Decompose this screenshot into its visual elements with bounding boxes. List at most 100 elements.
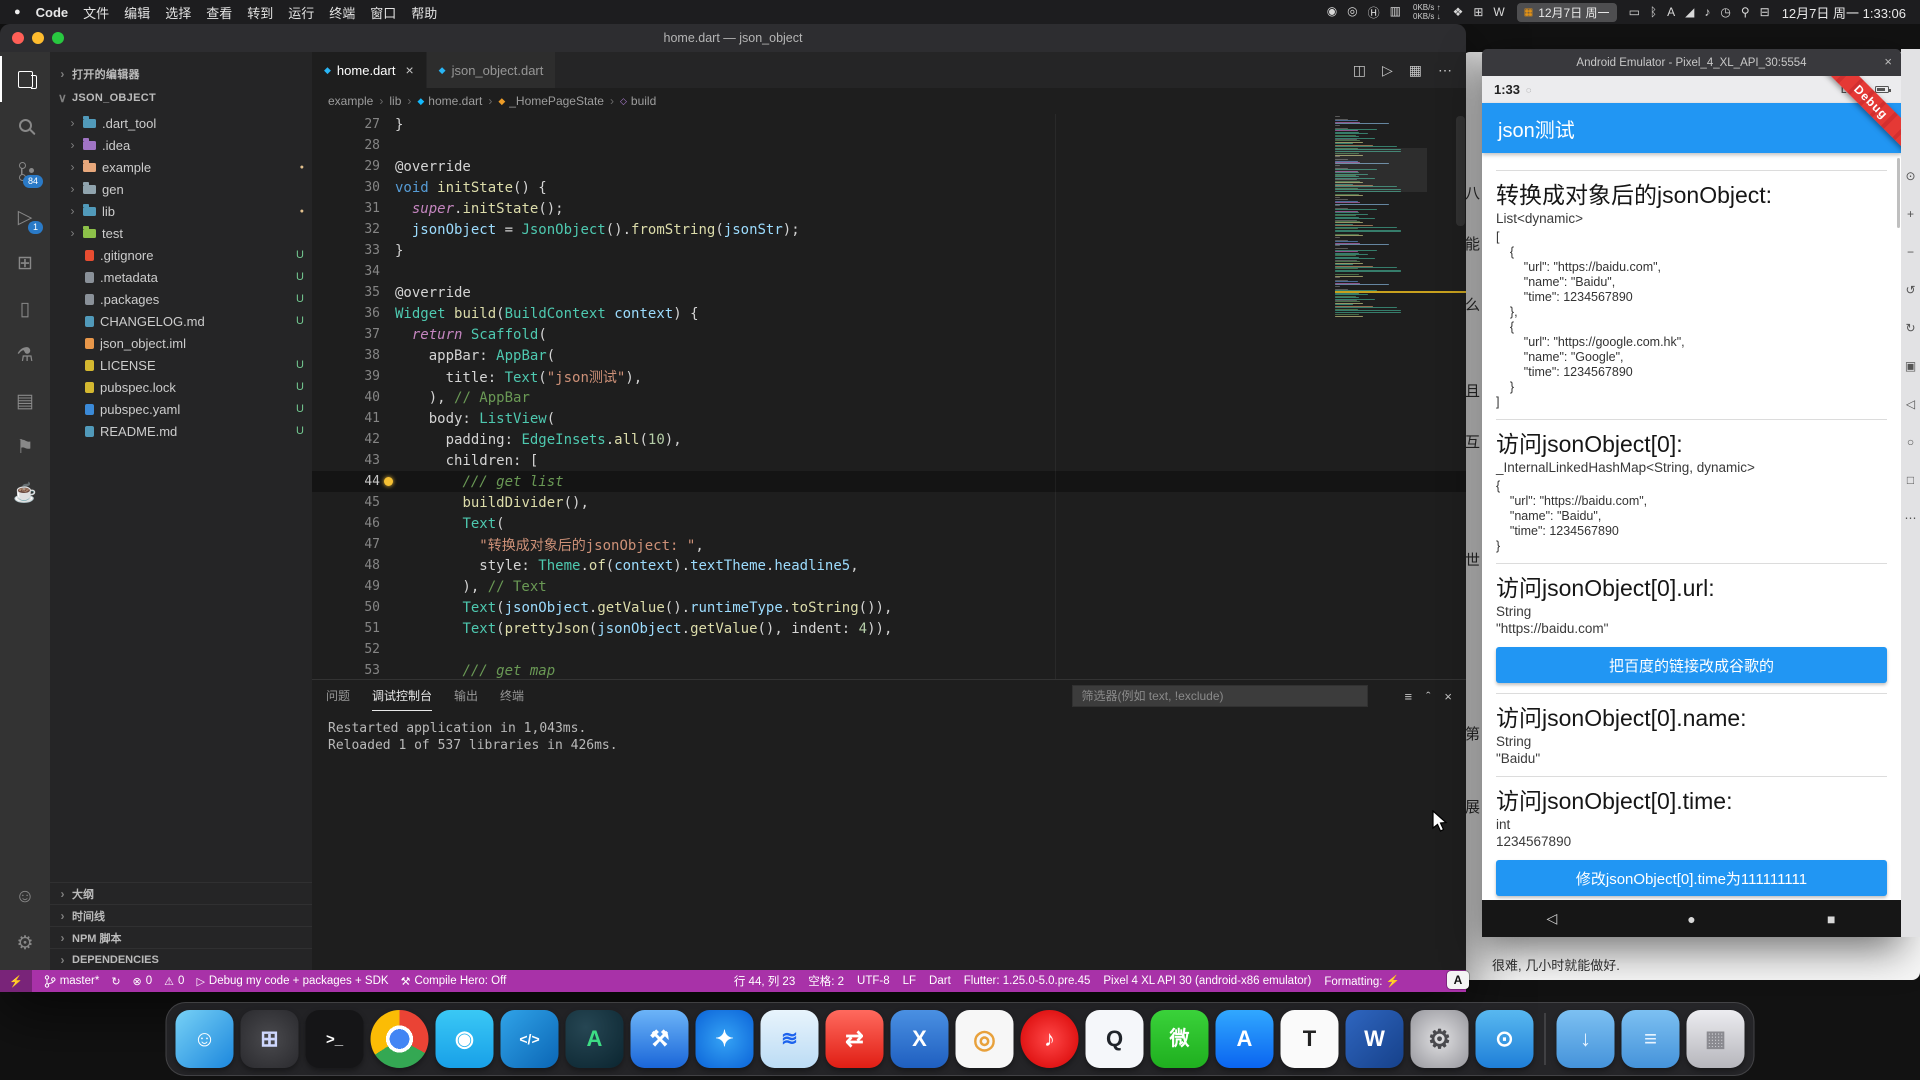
layout-icon[interactable]: ▦: [1409, 62, 1422, 79]
status-icon[interactable]: ⚲: [1741, 5, 1750, 19]
menu-窗口[interactable]: 窗口: [370, 3, 396, 22]
status-sync[interactable]: ↻: [111, 975, 120, 988]
status-icon[interactable]: W: [1493, 5, 1504, 19]
tab-home.dart[interactable]: ◆home.dart×: [312, 52, 427, 88]
nav-back-icon[interactable]: ◁: [1482, 910, 1622, 927]
emulator-control-icon[interactable]: ◁: [1906, 397, 1915, 411]
tree-item-.gitignore[interactable]: .gitignoreU: [50, 244, 312, 266]
status-icon[interactable]: ◎: [1347, 4, 1357, 21]
breadcrumb-build[interactable]: ◇build: [620, 94, 656, 108]
dock-rings-app[interactable]: ◎: [956, 1010, 1014, 1068]
dock-wechat[interactable]: 微: [1151, 1010, 1209, 1068]
status-icon[interactable]: ◷: [1720, 5, 1730, 19]
menu-帮助[interactable]: 帮助: [411, 3, 437, 22]
dock-red-sync-app[interactable]: ⇄: [826, 1010, 884, 1068]
activity-notebook[interactable]: ▤: [0, 378, 50, 424]
activity-remote-device[interactable]: ▯: [0, 286, 50, 332]
tree-item-example[interactable]: ›example●: [50, 156, 312, 178]
nav-recents-icon[interactable]: ■: [1761, 911, 1901, 927]
dock-netease-music[interactable]: ♪: [1021, 1010, 1079, 1068]
emulator-control-icon[interactable]: −: [1907, 245, 1914, 259]
menu-终端[interactable]: 终端: [329, 3, 355, 22]
dock-documents-folder[interactable]: ≡: [1622, 1010, 1680, 1068]
app-content[interactable]: 转换成对象后的jsonObject:List<dynamic>[ { "url"…: [1482, 153, 1901, 900]
menu-转到[interactable]: 转到: [247, 3, 273, 22]
code-editor[interactable]: 27}2829@override30void initState() {31 s…: [312, 114, 1466, 679]
tree-item-.dart_tool[interactable]: ›.dart_tool: [50, 112, 312, 134]
breadcrumb-example[interactable]: example: [328, 94, 373, 108]
emulator-control-icon[interactable]: ↻: [1905, 321, 1915, 335]
emulator-control-icon[interactable]: ↺: [1905, 283, 1915, 297]
status-warnings[interactable]: ⚠0: [164, 975, 184, 988]
app-menu-name[interactable]: Code: [36, 5, 69, 20]
section-大纲[interactable]: ›大纲: [50, 882, 312, 904]
tree-item-.metadata[interactable]: .metadataU: [50, 266, 312, 288]
dock-maps[interactable]: ◉: [436, 1010, 494, 1068]
status-compile-hero[interactable]: ⚒Compile Hero: Off: [401, 975, 507, 988]
emulator-titlebar[interactable]: Android Emulator - Pixel_4_XL_API_30:555…: [1482, 49, 1901, 76]
minimap[interactable]: [1335, 116, 1427, 317]
status-icon[interactable]: Ⓗ: [1368, 4, 1380, 21]
panel-icon[interactable]: ×: [1444, 689, 1452, 704]
tree-item-test[interactable]: ›test: [50, 222, 312, 244]
status-icon[interactable]: ▭: [1629, 5, 1640, 19]
dock-chrome[interactable]: [371, 1010, 429, 1068]
status-icon[interactable]: ⊞: [1473, 5, 1483, 19]
tree-item-json_object.iml[interactable]: json_object.iml: [50, 332, 312, 354]
breadcrumb-_HomePageState[interactable]: ◆_HomePageState: [498, 94, 604, 108]
panel-tab-调试控制台[interactable]: 调试控制台: [372, 681, 432, 711]
close-icon[interactable]: ×: [405, 62, 413, 78]
emulator-control-icon[interactable]: ⊙: [1905, 169, 1915, 183]
tree-item-pubspec.lock[interactable]: pubspec.lockU: [50, 376, 312, 398]
section-DEPENDENCIES[interactable]: ›DEPENDENCIES: [50, 948, 312, 970]
panel-tab-输出[interactable]: 输出: [454, 681, 478, 711]
breadcrumb-lib[interactable]: lib: [389, 94, 401, 108]
status-item[interactable]: Formatting: ⚡: [1324, 974, 1400, 988]
status-item[interactable]: LF: [903, 975, 916, 987]
dock-xcode[interactable]: ⚒: [631, 1010, 689, 1068]
editor-scrollbar[interactable]: [1456, 116, 1465, 226]
dock-launchpad[interactable]: ⊞: [241, 1010, 299, 1068]
status-icon[interactable]: ◉: [1327, 4, 1337, 21]
activity-testing[interactable]: ⚗: [0, 332, 50, 378]
status-icon[interactable]: ♪: [1704, 5, 1710, 19]
action-button[interactable]: 修改jsonObject[0].time为111111111: [1496, 860, 1887, 896]
dock-trash[interactable]: ▦: [1687, 1010, 1745, 1068]
dock-finder[interactable]: ☺: [176, 1010, 234, 1068]
dock-system-preferences[interactable]: ⚙: [1411, 1010, 1469, 1068]
activity-coffee[interactable]: ☕: [0, 470, 50, 516]
status-icon[interactable]: ◢: [1685, 5, 1694, 19]
action-button[interactable]: 把百度的链接改成谷歌的: [1496, 647, 1887, 683]
tree-item-CHANGELOG.md[interactable]: CHANGELOG.mdU: [50, 310, 312, 332]
tree-item-gen[interactable]: ›gen: [50, 178, 312, 200]
status-icon[interactable]: ❖: [1453, 5, 1464, 19]
more-actions-icon[interactable]: ⋯: [1438, 62, 1452, 79]
activity-search[interactable]: [0, 102, 50, 148]
apple-menu-icon[interactable]: ●: [14, 6, 21, 18]
input-method-indicator[interactable]: A: [1447, 971, 1469, 989]
debug-console-output[interactable]: Restarted application in 1,043ms.Reloade…: [312, 712, 1466, 762]
dock-app-store[interactable]: A: [1216, 1010, 1274, 1068]
panel-icon[interactable]: ≡: [1404, 689, 1412, 704]
tab-json_object.dart[interactable]: ◆json_object.dart: [427, 52, 557, 88]
status-item[interactable]: 空格: 2: [808, 973, 844, 989]
tree-item-.idea[interactable]: ›.idea: [50, 134, 312, 156]
activity-source-control[interactable]: 84: [0, 148, 50, 194]
calendar-menu-extra[interactable]: ▦ 12月7日 周一: [1517, 3, 1617, 22]
dock-vscode[interactable]: </>: [501, 1010, 559, 1068]
dock-word[interactable]: W: [1346, 1010, 1404, 1068]
dock-blue-x-app[interactable]: X: [891, 1010, 949, 1068]
network-speed[interactable]: 0KB/s ↑ 0KB/s ↓: [1413, 3, 1441, 21]
menubar-clock[interactable]: 12月7日 周一 1:33:06: [1782, 3, 1906, 22]
status-item[interactable]: Dart: [929, 975, 951, 987]
emulator-control-icon[interactable]: ▣: [1905, 359, 1916, 373]
status-errors[interactable]: ⊗0: [133, 975, 153, 988]
activity-run-debug[interactable]: ▷1: [0, 194, 50, 240]
dock-downloads-folder[interactable]: ↓: [1557, 1010, 1615, 1068]
status-item[interactable]: Flutter: 1.25.0-5.0.pre.45: [964, 975, 1091, 987]
emulator-control-icon[interactable]: +: [1907, 207, 1914, 221]
section-时间线[interactable]: ›时间线: [50, 904, 312, 926]
activity-extensions[interactable]: ⊞: [0, 240, 50, 286]
vscode-titlebar[interactable]: home.dart — json_object: [0, 24, 1466, 52]
dock-docker[interactable]: ≋: [761, 1010, 819, 1068]
